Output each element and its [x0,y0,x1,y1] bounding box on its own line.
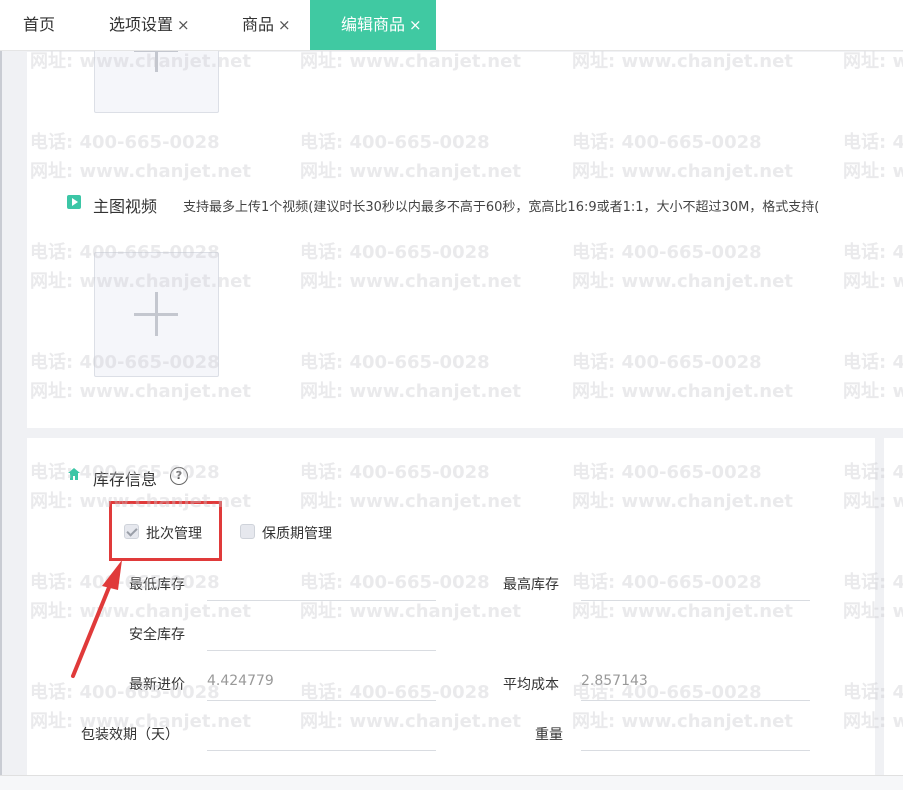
arrow-icon [71,560,122,678]
edit-product-page: 首页 选项设置 × 商品 × 编辑商品 × 主图视频 支持最多上传1个视频(建议时长3… [0,0,903,790]
